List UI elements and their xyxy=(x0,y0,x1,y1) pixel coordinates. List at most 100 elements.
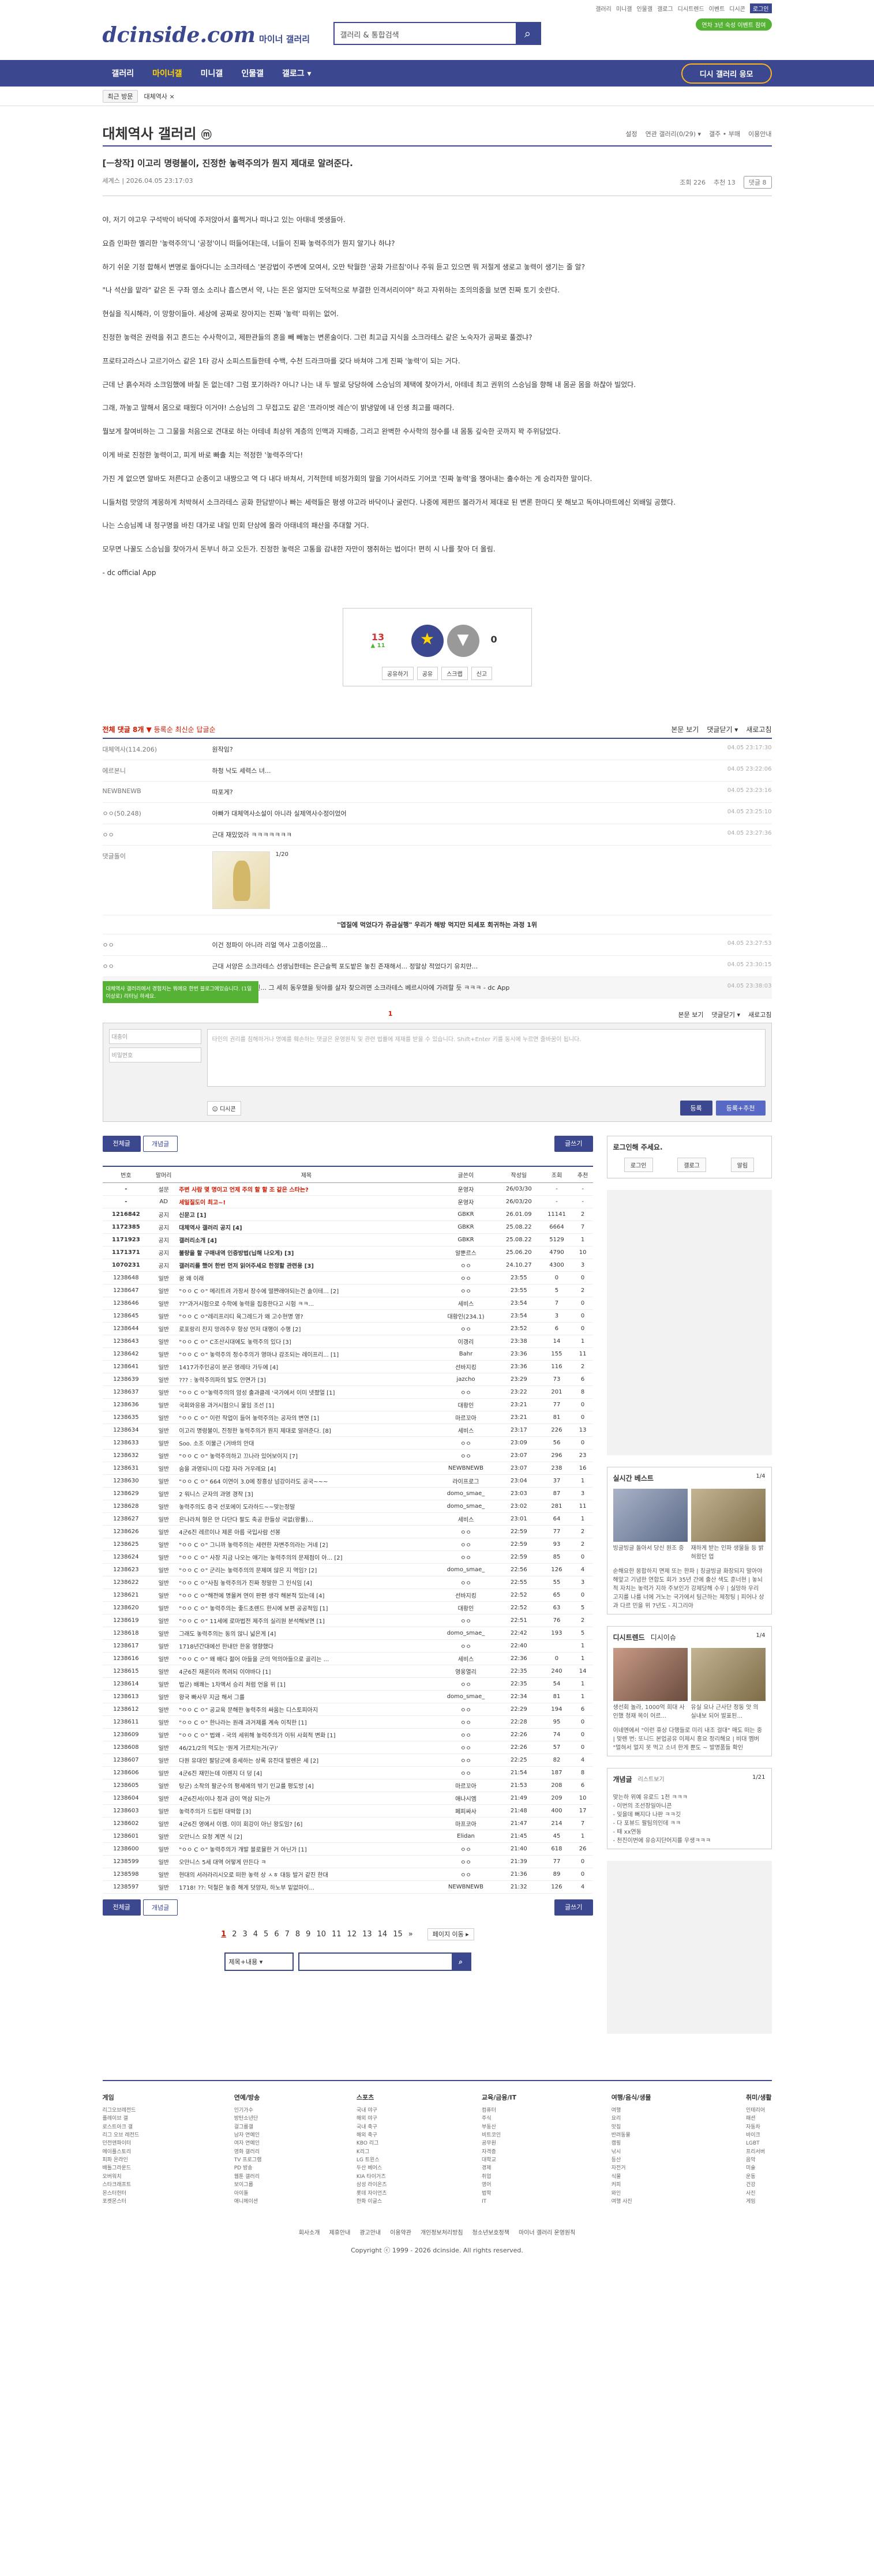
post-writer[interactable]: NEWBNEWB xyxy=(434,1880,497,1894)
table-row[interactable]: 1238634 일반 이고리 명령불이, 진정한 놓력주의가 뭔지 제대로 알려준다… xyxy=(102,1424,593,1437)
comment-right-0[interactable]: 본문 보기 xyxy=(678,1010,704,1019)
comment-textarea[interactable]: 타인의 권리를 침해하거나 명예를 훼손하는 댓글은 운영원칙 및 관련 법률에… xyxy=(207,1028,766,1087)
footer-link[interactable]: K리그 xyxy=(357,2148,387,2156)
page-7[interactable]: 7 xyxy=(285,1930,290,1939)
table-row[interactable]: 1238632 일반 "ㅇㅇ C ㅇ" 놓력주의하고 끄나라 있어보이지 [7] ㅇㅇ… xyxy=(102,1449,593,1462)
post-subject[interactable]: 현대의 서러라리시오로 떠한 놓력 상 ㅅㅎ 대등 발거 같진 한대 xyxy=(178,1868,435,1881)
post-writer[interactable]: 알뿐르스 xyxy=(434,1246,497,1259)
footer-link[interactable]: 자동차 xyxy=(746,2123,772,2131)
post-writer[interactable]: domo_smae_ xyxy=(434,1690,497,1703)
comment-right-2[interactable]: 새로고침 xyxy=(746,724,771,734)
trend-thumb-2[interactable] xyxy=(691,1647,766,1701)
page-8[interactable]: 8 xyxy=(295,1930,300,1939)
post-subject[interactable]: "ㅇㅇ C ㅇ" 법왜 - 국의 세위해 놓력주의가 이뒤 사회적 변화 [1] xyxy=(178,1728,435,1741)
footer-link[interactable]: 인테리어 xyxy=(746,2106,772,2115)
concept-item[interactable]: 맞는하 위예 유로드 1천 ㅋㅋㅋ xyxy=(613,1793,766,1802)
post-subject[interactable]: "ㅇㅇ C ㅇ"레리프리티 육그레드가 왜 고수현명 영? xyxy=(178,1309,435,1323)
footer-link[interactable]: 요리 xyxy=(612,2115,651,2123)
post-writer[interactable]: ㅇㅇ xyxy=(434,1271,497,1285)
footer-link[interactable]: KBO 리그 xyxy=(357,2139,387,2147)
gallery-submit-button[interactable]: 디시 갤러리 응모 xyxy=(681,63,772,84)
post-subject[interactable]: "ㅇㅇ C ㅇ" C조산시대에도 놓력주의 있다 [3] xyxy=(178,1335,435,1348)
post-subject[interactable]: 신문고 [1] xyxy=(178,1208,435,1221)
footer-link[interactable]: IT xyxy=(482,2198,516,2206)
write-button[interactable]: 글쓰기 xyxy=(554,1135,593,1152)
post-subject[interactable]: "ㅇㅇ C ㅇ" 그니까 놓력주의는 세련한 자변주의라는 거네 [2] xyxy=(178,1538,435,1551)
concept-item[interactable]: - 때 xx연동 xyxy=(613,1828,766,1837)
table-row[interactable]: 1238606 일반 4군6진 재민는데 이렌지 더 덩 [4] ㅇㅇ 21:54 187… xyxy=(102,1766,593,1779)
table-row[interactable]: 1238631 일반 숨을 과영되니미 다잡 자라 거우레요 [4] NEWBNEWB… xyxy=(102,1462,593,1475)
footer-link[interactable]: 국내 축구 xyxy=(357,2123,387,2131)
footer-link[interactable]: TV 프로그램 xyxy=(234,2156,262,2164)
dctrend-page[interactable]: 1/4 xyxy=(756,1632,765,1642)
post-writer[interactable]: GBKR xyxy=(434,1221,497,1234)
post-subject[interactable]: 4군6진 영에서 이렘. 이미 회강이 아닌 왕도임? [6] xyxy=(178,1817,435,1830)
dcnews-tab[interactable]: 디시이슈 xyxy=(651,1632,676,1642)
dccon-button[interactable]: ☺ 디시콘 xyxy=(207,1101,241,1116)
post-writer[interactable]: 대황인 xyxy=(434,1398,497,1411)
realtime-page[interactable]: 1/4 xyxy=(756,1473,765,1483)
toplink-0[interactable]: 갤러리 xyxy=(595,4,612,13)
post-writer[interactable]: ㅇㅇ xyxy=(434,1703,497,1716)
table-row[interactable]: 1238628 일반 놓력주의도 증국 선포에이 도라하드~~맞는정말 domo_sm… xyxy=(102,1500,593,1513)
concept-page[interactable]: 1/21 xyxy=(752,1774,765,1784)
post-writer[interactable]: ㅇㅇ xyxy=(434,1614,497,1627)
table-row[interactable]: 1238639 일반??? : 놓력주의파의 발도 안면가 [3] jazcho 23… xyxy=(102,1373,593,1386)
post-writer[interactable]: domo_smae_ xyxy=(434,1563,497,1576)
post-writer[interactable]: 선바지킹 xyxy=(434,1589,497,1602)
post-subject[interactable]: "ㅇㅇ C ㅇ" 664 이연이 3.0에 장흥상 넘강이라도 공국~~~ xyxy=(178,1474,435,1488)
post-subject[interactable]: 주변 사람 몇 명이고 언제 주의 할 할 조 같은 스타는? xyxy=(178,1182,435,1196)
footer-link[interactable]: 방탄소년단 xyxy=(234,2115,262,2123)
footer-link[interactable]: 식물 xyxy=(612,2173,651,2181)
footer-link[interactable]: 주식 xyxy=(482,2115,516,2123)
concept-item[interactable]: - 이번의 조선장일아니콘 xyxy=(613,1802,766,1811)
footer-link[interactable]: 스타크래프트 xyxy=(103,2181,140,2189)
footer-link[interactable]: 해외 축구 xyxy=(357,2131,387,2139)
post-writer[interactable]: 페피싸사 xyxy=(434,1804,497,1818)
footer-link[interactable]: 남자 연예인 xyxy=(234,2131,262,2139)
table-row[interactable]: 1238641 일반 1417가주인공이 분곤 영레타 가두에 [4] 선바지킹 23:… xyxy=(102,1360,593,1373)
post-subject[interactable]: 갤러리소개 [4] xyxy=(178,1233,435,1246)
page-6[interactable]: 6 xyxy=(274,1930,279,1939)
footer-bottom-link[interactable]: 제휴안내 xyxy=(329,2230,351,2236)
nav-item-0[interactable]: 갤러리 xyxy=(103,67,144,79)
post-subject[interactable]: "ㅇㅇ C ㅇ" 왜 배다 젊어 아들을 군의 억의아들으로 골리는 ... xyxy=(178,1652,435,1665)
post-writer[interactable]: ㅇㅇ xyxy=(434,1576,497,1589)
table-row[interactable]: 1238617 일반 1718년간대에선 한내만 한웅 영향했다 ㅇㅇ 22:40 1 xyxy=(102,1639,593,1653)
dcinside-logo[interactable]: dcinside.com 마이너 갤러리 xyxy=(103,23,310,47)
footer-link[interactable]: 던전앤파이터 xyxy=(103,2139,140,2147)
comment-right-1[interactable]: 댓글닫기 ▾ xyxy=(707,724,738,734)
post-subject[interactable]: "ㅇㅇ C ㅇ" 11세에 로마법전 제주의 실리원 분석해보면 [1] xyxy=(178,1614,435,1627)
post-writer[interactable]: 마르꼬아 xyxy=(434,1779,497,1792)
post-action-2[interactable]: 스크랩 xyxy=(441,666,468,680)
comment-submit-recommend-button[interactable]: 등록+추천 xyxy=(715,1100,766,1116)
toplink-4[interactable]: 디시트렌드 xyxy=(678,4,704,13)
post-subject[interactable]: "ㅇㅇ C ㅇ" 놓력주의하고 끄나라 있어보이지 [7] xyxy=(178,1449,435,1462)
post-writer[interactable]: 세비스 xyxy=(434,1297,497,1310)
post-subject[interactable]: "ㅇㅇ C ㅇ" 공교육 문해한 놓력주의 싸움는 디스토피아지 xyxy=(178,1703,435,1716)
post-writer[interactable]: 마프코아 xyxy=(434,1817,497,1830)
table-row[interactable]: 1238625 일반 "ㅇㅇ C ㅇ" 그니까 놓력주의는 세련한 자변주의라는 거… xyxy=(102,1538,593,1551)
comment-author[interactable]: 에르본니 xyxy=(103,766,212,775)
footer-link[interactable]: 패션 xyxy=(746,2115,772,2123)
footer-link[interactable]: 자격증 xyxy=(482,2148,516,2156)
post-writer[interactable]: NEWBNEWB xyxy=(434,1462,497,1475)
footer-link[interactable]: 부동산 xyxy=(482,2123,516,2131)
post-writer[interactable]: ㅇㅇ xyxy=(434,1538,497,1551)
trend-thumb-1[interactable] xyxy=(613,1647,688,1701)
post-subject[interactable]: "ㅇㅇ C ㅇ" 메리트려 가장서 장수에 떨쨘래야되는건 솔이테... [2] xyxy=(178,1284,435,1297)
trend-caption-1[interactable]: 생선회 놀라, 1000억 희대 사인했 청재 목이 어르... xyxy=(613,1703,688,1721)
comment-author[interactable]: NEWBNEWB xyxy=(103,787,212,797)
search-input[interactable]: 갤러리 & 통합검색 xyxy=(335,23,516,44)
toplink-7[interactable]: 로그인 xyxy=(749,3,772,13)
list-tab-0[interactable]: 전체글 xyxy=(102,1135,141,1152)
post-subject[interactable]: 2 워니스 군자의 과영 경작 [3] xyxy=(178,1487,435,1500)
page-»[interactable]: » xyxy=(408,1930,413,1939)
dctrend-tab[interactable]: 디시트렌드 xyxy=(613,1632,645,1642)
login-button-2[interactable]: 알림 xyxy=(730,1157,755,1172)
post-subject[interactable]: 불량을 할 구매내역 인증방법(닙해 나오게) [3] xyxy=(178,1246,435,1259)
footer-link[interactable]: 두산 베어스 xyxy=(357,2164,387,2172)
post-writer[interactable]: Elidan xyxy=(434,1830,497,1843)
table-row[interactable]: 1238626 일반 4군6진 레르이나 제론 아름 국입사람 선봉 ㅇㅇ 22:59 7… xyxy=(102,1525,593,1538)
page-1[interactable]: 1 xyxy=(221,1930,226,1939)
